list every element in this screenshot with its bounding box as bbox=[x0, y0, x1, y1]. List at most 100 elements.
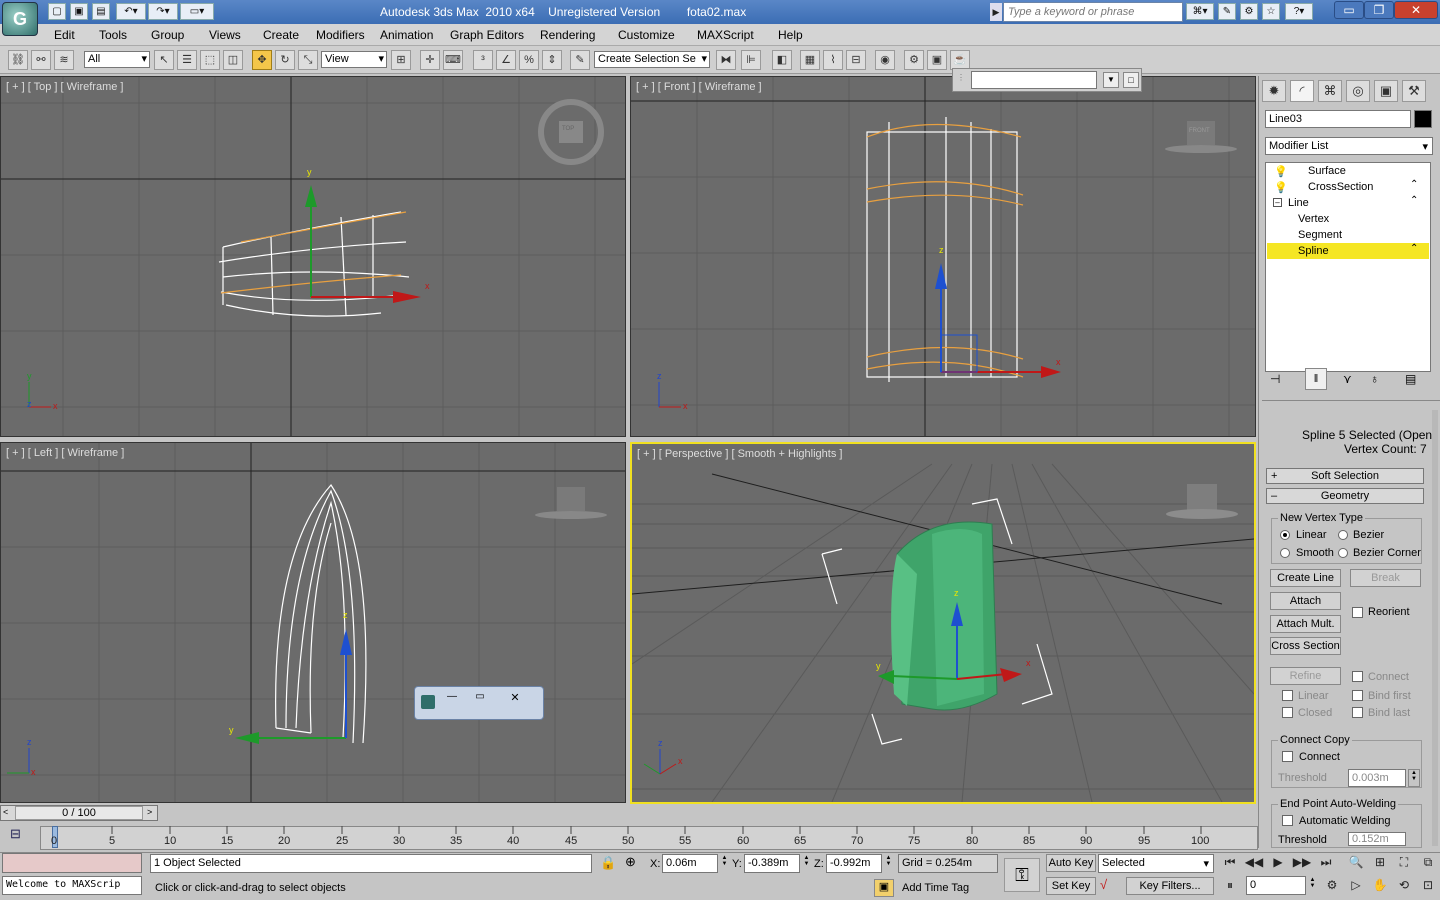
object-color-swatch[interactable] bbox=[1414, 110, 1432, 128]
connect-copy-checkbox[interactable] bbox=[1282, 751, 1293, 762]
schematic-view-icon[interactable]: ⊟ bbox=[846, 50, 866, 70]
zoom-icon[interactable]: 🔍 bbox=[1346, 853, 1366, 873]
mirror-icon[interactable]: ⧓ bbox=[716, 50, 736, 70]
go-to-end-icon[interactable]: ⏭ bbox=[1316, 853, 1336, 873]
help-icon[interactable]: ?▾ bbox=[1285, 3, 1313, 20]
unlink-icon[interactable]: ⚯ bbox=[31, 50, 51, 70]
refine-button[interactable]: Refine bbox=[1270, 667, 1341, 685]
utilities-tab-icon[interactable]: ⚒ bbox=[1402, 80, 1426, 102]
angle-snap-icon[interactable]: ∠ bbox=[496, 50, 516, 70]
maxscript-input[interactable]: Welcome to MAXScrip bbox=[2, 876, 142, 895]
spinner[interactable]: ▲ ▼ bbox=[720, 855, 729, 873]
modify-tab-icon[interactable]: ◜ bbox=[1290, 80, 1314, 102]
open-file-icon[interactable]: ▣ bbox=[70, 3, 88, 20]
project-folder-icon[interactable]: ▭▾ bbox=[180, 3, 214, 20]
new-file-icon[interactable]: ▢ bbox=[48, 3, 66, 20]
object-name-field[interactable]: Line03 bbox=[1265, 110, 1411, 128]
next-frame-icon[interactable]: > bbox=[147, 807, 152, 817]
select-and-rotate-icon[interactable]: ↻ bbox=[275, 50, 295, 70]
closed-checkbox[interactable] bbox=[1282, 707, 1293, 718]
viewport-top[interactable]: x y y x z [ + ] [ Top ] [ Wireframe ] TOP bbox=[0, 76, 626, 437]
threshold-spinner[interactable]: ▲ ▼ bbox=[1408, 769, 1420, 787]
go-to-start-icon[interactable]: ⏮ bbox=[1220, 853, 1240, 873]
reference-coordinate-dropdown[interactable]: View ▾ bbox=[321, 51, 387, 68]
create-tab-icon[interactable]: ✹ bbox=[1262, 80, 1286, 102]
menu-create[interactable]: Create bbox=[263, 28, 299, 42]
select-manipulate-icon[interactable]: ✛ bbox=[420, 50, 440, 70]
select-object-icon[interactable]: ↖ bbox=[154, 50, 174, 70]
soft-selection-rollout[interactable]: + Soft Selection bbox=[1266, 468, 1424, 484]
maximize-viewport-icon[interactable]: ⊡ bbox=[1418, 876, 1438, 896]
favorites-icon[interactable]: ☆ bbox=[1262, 3, 1280, 20]
render-setup-icon[interactable]: ⚙ bbox=[904, 50, 924, 70]
pin-stack-icon[interactable]: ⊣ bbox=[1270, 372, 1280, 386]
redo-icon[interactable]: ↷▾ bbox=[148, 3, 178, 20]
key-mode-toggle-icon[interactable]: ⏸ bbox=[1220, 876, 1240, 896]
command-panel-scrollbar[interactable] bbox=[1432, 410, 1438, 846]
viewport-label[interactable]: [ + ] [ Top ] [ Wireframe ] bbox=[6, 81, 123, 93]
set-key-icon[interactable]: ⚿ bbox=[1004, 858, 1040, 892]
lock-icon[interactable]: 🔒 bbox=[600, 855, 616, 871]
chevron-down-icon[interactable]: ▼ bbox=[1103, 72, 1119, 88]
pivot-center-icon[interactable]: ⊞ bbox=[391, 50, 411, 70]
viewport-left[interactable]: y z z x [ + ] [ Left ] [ Wireframe ] bbox=[0, 442, 626, 803]
bind-first-checkbox[interactable] bbox=[1352, 690, 1363, 701]
time-tag-icon[interactable]: ▣ bbox=[874, 879, 894, 897]
minimize-button[interactable]: ▭ bbox=[1334, 1, 1364, 19]
graphite-toggle-icon[interactable]: ▦ bbox=[800, 50, 820, 70]
previous-frame-icon[interactable]: ◀◀ bbox=[1244, 853, 1264, 873]
viewcube-label[interactable]: TOP bbox=[562, 126, 574, 132]
save-file-icon[interactable]: ▤ bbox=[92, 3, 110, 20]
motion-tab-icon[interactable]: ◎ bbox=[1346, 80, 1370, 102]
search-expand-icon[interactable]: ▶ bbox=[990, 3, 1002, 21]
menu-views[interactable]: Views bbox=[209, 28, 241, 42]
material-editor-icon[interactable]: ◉ bbox=[875, 50, 895, 70]
display-tab-icon[interactable]: ▣ bbox=[1374, 80, 1398, 102]
lightbulb-icon[interactable]: 💡 bbox=[1274, 165, 1288, 178]
infocenter-icon[interactable]: ⌘▾ bbox=[1186, 3, 1214, 20]
absolute-mode-icon[interactable]: ⊕ bbox=[625, 854, 636, 870]
bezier-radio[interactable] bbox=[1338, 530, 1348, 540]
current-frame-field[interactable]: 0 bbox=[1246, 876, 1306, 895]
application-button[interactable]: G bbox=[2, 2, 38, 36]
mini-close-button[interactable]: ✕ bbox=[501, 691, 529, 707]
linear-radio[interactable] bbox=[1280, 530, 1290, 540]
break-button[interactable]: Break bbox=[1350, 569, 1421, 587]
communication-icon[interactable]: ⚙ bbox=[1240, 3, 1258, 20]
modifier-list-dropdown[interactable]: Modifier List ▾ bbox=[1265, 137, 1433, 155]
menu-modifiers[interactable]: Modifiers bbox=[316, 28, 365, 42]
stack-item-surface[interactable]: Surface bbox=[1308, 163, 1440, 179]
percent-snap-icon[interactable]: % bbox=[519, 50, 539, 70]
collapse-icon[interactable]: – bbox=[1273, 198, 1282, 207]
rectangular-selection-icon[interactable]: ⬚ bbox=[200, 50, 220, 70]
hierarchy-tab-icon[interactable]: ⌘ bbox=[1318, 80, 1342, 102]
cross-section-button[interactable]: Cross Section bbox=[1270, 637, 1341, 655]
zoom-all-icon[interactable]: ⊞ bbox=[1370, 853, 1390, 873]
snap-toggle-icon[interactable]: ³ bbox=[473, 50, 493, 70]
chevron-up-icon[interactable]: ⌃ bbox=[1410, 243, 1418, 254]
link-icon[interactable]: ⛓ bbox=[8, 50, 28, 70]
next-frame-icon[interactable]: ▶▶ bbox=[1292, 853, 1312, 873]
add-time-tag[interactable]: Add Time Tag bbox=[902, 882, 969, 894]
zoom-extents-icon[interactable]: ⛶ bbox=[1394, 853, 1414, 873]
stack-item-segment[interactable]: Segment bbox=[1298, 227, 1440, 243]
auto-key-button[interactable]: Auto Key bbox=[1046, 854, 1096, 872]
spinner[interactable]: ▲ ▼ bbox=[802, 855, 811, 873]
select-and-move-icon[interactable]: ✥ bbox=[252, 50, 272, 70]
menu-help[interactable]: Help bbox=[778, 28, 803, 42]
y-coordinate-field[interactable]: -0.389m bbox=[744, 854, 800, 873]
bind-space-warp-icon[interactable]: ≋ bbox=[54, 50, 74, 70]
edit-named-selection-icon[interactable]: ✎ bbox=[570, 50, 590, 70]
window-crossing-icon[interactable]: ◫ bbox=[223, 50, 243, 70]
maximize-icon[interactable]: □ bbox=[1123, 72, 1139, 88]
named-selection-dropdown[interactable]: Create Selection Se ▾ bbox=[594, 51, 710, 68]
bind-last-checkbox[interactable] bbox=[1352, 707, 1363, 718]
connect-checkbox[interactable] bbox=[1352, 671, 1363, 682]
keyboard-shortcut-icon[interactable]: ⌨ bbox=[443, 50, 463, 70]
select-and-scale-icon[interactable]: ⤡ bbox=[298, 50, 318, 70]
smooth-radio[interactable] bbox=[1280, 548, 1290, 558]
time-slider[interactable]: < 0 / 100 > bbox=[0, 805, 158, 821]
stack-item-vertex[interactable]: Vertex bbox=[1298, 211, 1440, 227]
zoom-extents-all-icon[interactable]: ⧉ bbox=[1418, 853, 1438, 873]
spinner[interactable]: ▲ ▼ bbox=[884, 855, 893, 873]
